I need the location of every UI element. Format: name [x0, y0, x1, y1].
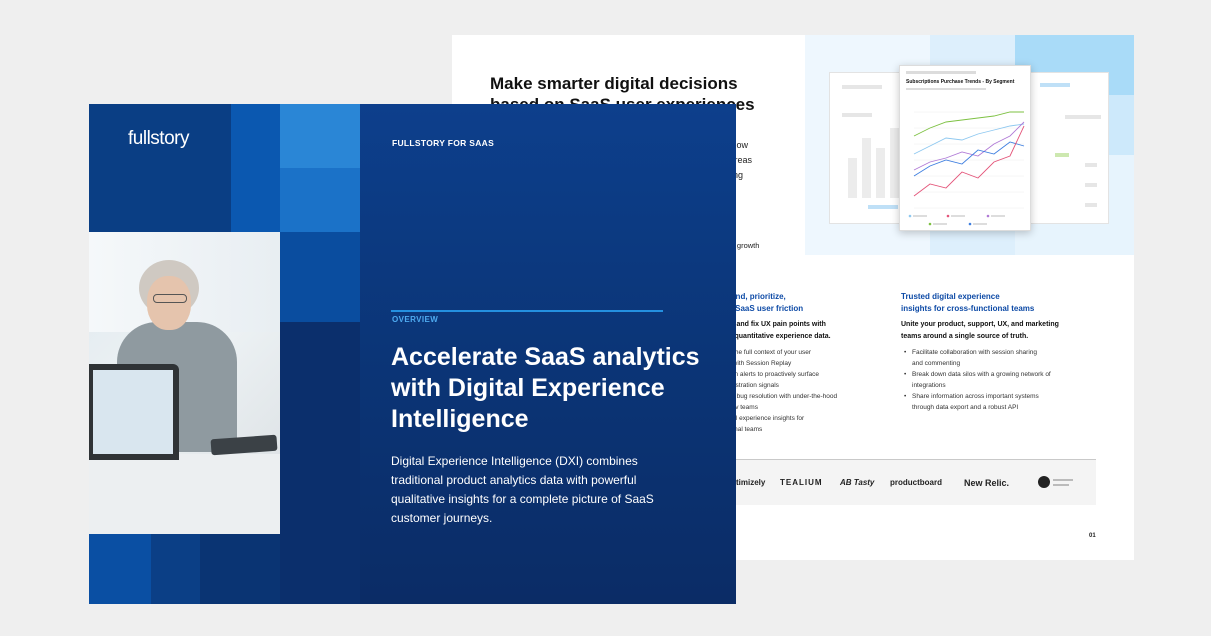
list-item-continuation: through data export and a robust API	[912, 404, 1019, 411]
page-number: 01	[1089, 533, 1096, 539]
skeleton-line	[842, 85, 882, 89]
overview-label: OVERVIEW	[392, 315, 439, 324]
skeleton-line	[1085, 163, 1097, 167]
list-item: Share information across important syste…	[904, 391, 1051, 402]
cover-tile	[280, 232, 360, 322]
list-item: r dev teams	[716, 402, 837, 413]
skeleton-line	[1085, 203, 1097, 207]
list-item: stom alerts to proactively surface	[716, 369, 837, 380]
fullstory-logo: fullstory	[128, 128, 189, 149]
list-item: ctional teams	[716, 424, 837, 435]
cover-tile	[89, 534, 151, 604]
list-item: ce with Session Replay	[716, 358, 837, 369]
mock-bar	[890, 128, 899, 198]
skeleton-line	[1065, 115, 1101, 119]
partner-logo-skeleton	[1053, 479, 1073, 481]
photo-laptop-screen	[93, 370, 173, 454]
col2-sub-line: Unite your product, support, UX, and mar…	[901, 321, 1059, 328]
list-item: r frustration signals	[716, 380, 837, 391]
cover-description: Digital Experience Intelligence (DXI) co…	[391, 454, 654, 525]
photo-tablet	[210, 434, 278, 456]
mock-bar	[848, 158, 857, 198]
skeleton-line	[1085, 183, 1097, 187]
cover-photo	[89, 232, 280, 534]
photo-desk	[89, 454, 280, 534]
chart-card: Subscriptions Purchase Trends - By Segme…	[899, 65, 1031, 231]
cover-title: Accelerate SaaS analytics with Digital E…	[391, 343, 700, 433]
partner-logo-abtasty: AB Tasty	[840, 478, 875, 487]
list-item: Facilitate collaboration with session sh…	[904, 347, 1051, 358]
overview-divider	[391, 310, 663, 312]
col1-sub-line: tify and fix UX pain points with	[724, 321, 826, 328]
skeleton-line	[868, 205, 898, 209]
skeleton-line	[842, 113, 872, 117]
mock-bar	[876, 148, 885, 198]
mock-bar	[862, 138, 871, 198]
front-page-cover: fullstory FULLSTORY FOR SAAS OVERVIEW Ac…	[89, 104, 736, 604]
list-item: nd the full context of your user	[716, 347, 837, 358]
partner-logo-strip: timizely TEALIUM AB Tasty productboard N…	[724, 459, 1096, 505]
col1-subheading: tify and fix UX pain points with nd quan…	[724, 319, 831, 343]
cover-kicker: FULLSTORY FOR SAAS	[392, 138, 495, 148]
list-item: igital experience insights for	[716, 413, 837, 424]
partner-logo-skeleton	[1053, 484, 1069, 486]
col2-heading-line: Trusted digital experience	[901, 292, 1000, 301]
trend-chart	[908, 111, 1025, 226]
photo-laptop	[89, 364, 179, 460]
list-item: ster bug resolution with under-the-hood	[716, 391, 837, 402]
list-item: Break down data silos with a growing net…	[904, 369, 1051, 380]
col2-sub-line: teams around a single source of truth.	[901, 333, 1029, 340]
partner-logo-optimizely: timizely	[736, 478, 766, 487]
series-line-green	[913, 111, 1024, 137]
col2-subheading: Unite your product, support, UX, and mar…	[901, 319, 1059, 343]
photo-person-face	[147, 276, 191, 330]
list-item-continuation: and commenting	[912, 360, 961, 367]
list-item-continuation: integrations	[912, 382, 946, 389]
chart-legend	[908, 214, 1005, 226]
partner-logo-productboard: productboard	[890, 478, 942, 487]
col2-heading: Trusted digital experience insights for …	[901, 291, 1034, 315]
series-line-pink	[913, 125, 1025, 197]
col2-bullet-list: Facilitate collaboration with session sh…	[903, 347, 1051, 413]
cover-tile	[151, 534, 200, 604]
series-line-blue	[913, 141, 1025, 177]
col1-sub-line: nd quantitative experience data.	[724, 333, 831, 340]
photo-glasses	[153, 294, 187, 303]
col2-heading-line: insights for cross-functional teams	[901, 304, 1035, 313]
cover-tile	[200, 534, 280, 604]
cover-tile	[231, 104, 280, 232]
cover-tile	[89, 104, 231, 232]
partner-logo-newrelic: New Relic.	[964, 478, 1010, 488]
partner-logo-tealium: TEALIUM	[780, 478, 823, 487]
skeleton-line	[1055, 153, 1069, 157]
cover-tile	[280, 104, 360, 168]
partner-logo-circle-icon	[1038, 476, 1050, 488]
skeleton-line	[1040, 83, 1070, 87]
series-line-lightblue	[913, 123, 1025, 155]
